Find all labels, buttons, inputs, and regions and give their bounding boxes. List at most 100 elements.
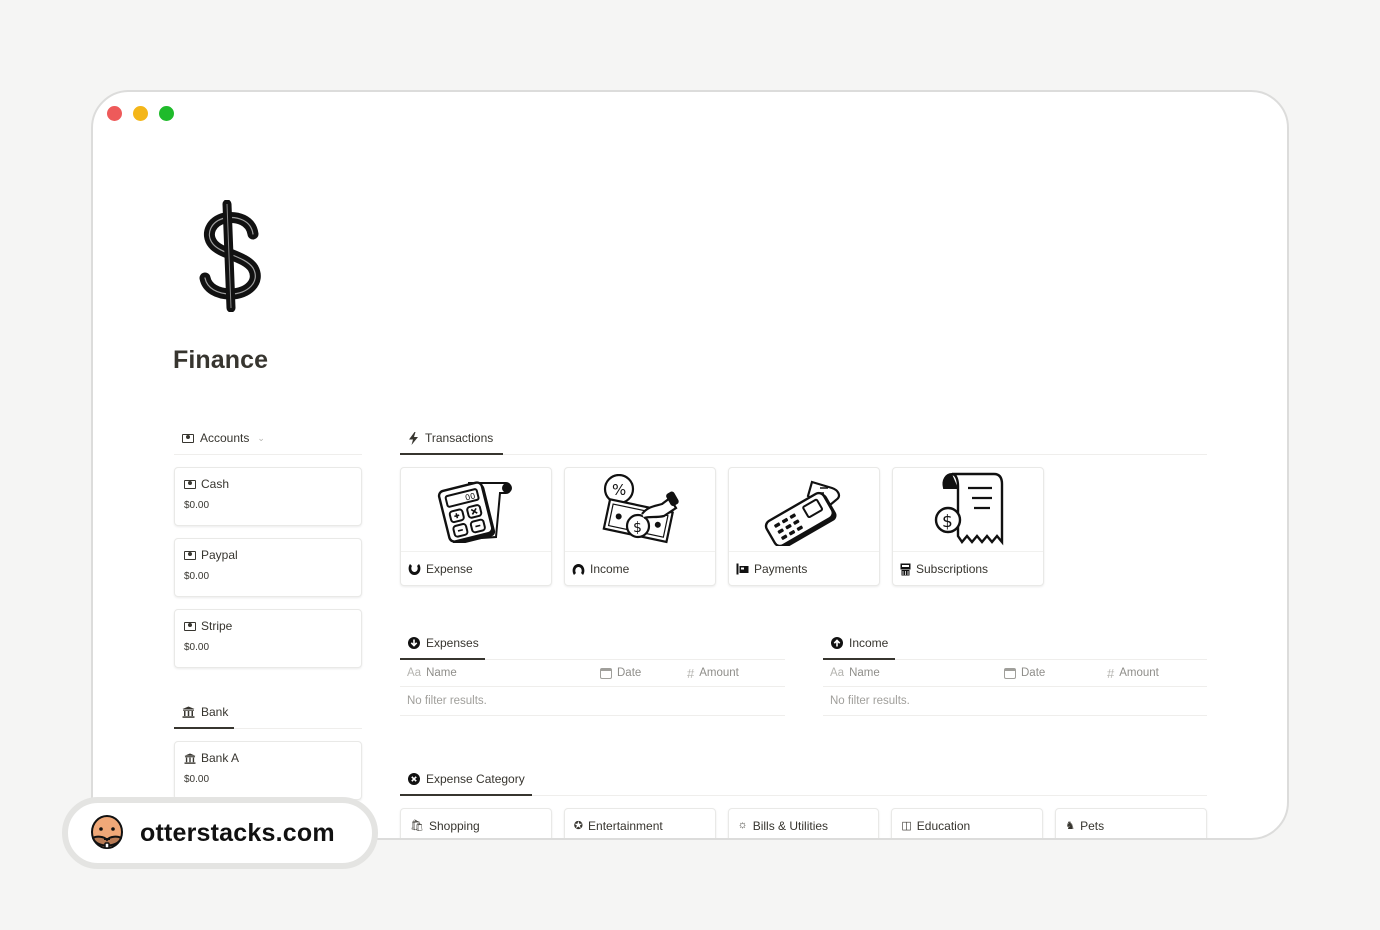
account-name: Cash	[201, 477, 230, 491]
category-card-shopping[interactable]: 🛍 Shopping	[400, 808, 552, 838]
column-amount[interactable]: # Amount	[687, 666, 739, 681]
arrow-down-circle-icon	[408, 637, 420, 649]
svg-text:$: $	[633, 520, 642, 536]
lightning-icon	[409, 431, 418, 445]
category-card-entertainment[interactable]: ✪ Entertainment	[563, 808, 716, 838]
expense-category-section: Expense Category 🛍 Shopping ✪ Entertainmen…	[400, 763, 1207, 838]
arrow-up-circle-icon	[831, 637, 843, 649]
svg-text:%: %	[612, 481, 626, 499]
tab-expense-category-label: Expense Category	[426, 772, 525, 786]
svg-text:$: $	[942, 512, 953, 532]
transactions-section: Transactions 00 Expense % $ Income Payme…	[400, 422, 1207, 586]
money-icon	[184, 550, 196, 560]
tab-transactions-label: Transactions	[425, 431, 494, 445]
column-name[interactable]: Aa Name	[830, 667, 1004, 679]
education-icon: ◫	[901, 820, 912, 832]
tab-divider	[400, 794, 1207, 796]
calendar-icon	[1004, 667, 1016, 679]
close-window-button[interactable]	[107, 106, 122, 121]
shopping-icon: 🛍	[410, 820, 424, 832]
tab-expense-category[interactable]: Expense Category	[400, 763, 1207, 795]
account-card-bank-a[interactable]: Bank A $0.00	[174, 741, 362, 800]
category-card-pets[interactable]: ♞ Pets	[1055, 808, 1207, 838]
tab-divider	[400, 658, 785, 660]
calendar-icon	[600, 667, 612, 679]
page-title: Finance	[173, 346, 269, 374]
tab-accounts[interactable]: Accounts ⌄	[174, 422, 362, 454]
gallery-card-expense[interactable]: 00 Expense	[400, 467, 552, 586]
subscriptions-icon	[900, 563, 911, 575]
column-name[interactable]: Aa Name	[407, 667, 600, 679]
account-balance: $0.00	[184, 500, 210, 511]
income-icon	[572, 563, 585, 575]
x-circle-icon	[408, 773, 420, 785]
text-type-icon: Aa	[830, 667, 845, 679]
expense-category-gallery: 🛍 Shopping ✪ Entertainment ☼ Bills & Utilit…	[400, 808, 1207, 838]
category-card-education[interactable]: ◫ Education	[891, 808, 1044, 838]
column-date[interactable]: Date	[1004, 667, 1107, 679]
column-amount[interactable]: # Amount	[1107, 666, 1159, 681]
column-date[interactable]: Date	[600, 667, 687, 679]
payments-icon	[736, 563, 749, 575]
tab-bank-label: Bank	[201, 705, 229, 719]
gallery-card-payments[interactable]: Payments	[728, 467, 880, 586]
gallery-card-label: Income	[590, 562, 630, 576]
account-balance: $0.00	[184, 642, 210, 653]
tab-divider	[400, 453, 1207, 455]
category-card-bills-utilities[interactable]: ☼ Bills & Utilities	[727, 808, 880, 838]
table-header: Aa Name Date # Amount	[400, 660, 785, 687]
gallery-card-subscriptions[interactable]: $ Subscriptions	[892, 467, 1044, 586]
account-name: Stripe	[201, 619, 233, 633]
money-icon	[182, 433, 194, 443]
account-card-paypal[interactable]: Paypal $0.00	[174, 538, 362, 597]
expenses-section: Expenses Aa Name Date # Amount No filter r…	[400, 627, 785, 716]
bank-icon	[182, 706, 195, 718]
tab-accounts-label: Accounts	[200, 431, 250, 445]
text-type-icon: Aa	[407, 667, 422, 679]
tab-expenses-label: Expenses	[426, 636, 479, 650]
tab-divider	[174, 727, 362, 729]
money-icon	[184, 621, 196, 631]
watermark-badge: otterstacks.com	[62, 797, 378, 869]
tab-transactions[interactable]: Transactions	[400, 422, 1207, 454]
account-card-stripe[interactable]: Stripe $0.00	[174, 609, 362, 668]
number-type-icon: #	[687, 665, 695, 681]
tab-divider	[823, 658, 1207, 660]
empty-state: No filter results.	[823, 687, 1207, 716]
account-name: Bank A	[201, 751, 240, 765]
bank-icon	[184, 752, 196, 764]
bills-icon: ☼	[737, 819, 748, 831]
card-terminal-illustration	[764, 480, 841, 546]
calculator-illustration: 00	[437, 480, 512, 543]
dollar-sign-icon[interactable]	[193, 200, 273, 312]
tab-divider	[174, 454, 362, 455]
minimize-window-button[interactable]	[133, 106, 148, 121]
gallery-card-label: Payments	[754, 562, 808, 576]
money-icon	[184, 479, 196, 489]
tab-income[interactable]: Income	[823, 627, 1207, 659]
window-controls	[107, 106, 174, 121]
gallery-card-income[interactable]: % $ Income	[564, 467, 716, 586]
transactions-gallery: 00 Expense % $ Income Payments $ Subscri…	[400, 467, 1207, 586]
account-name: Paypal	[201, 548, 238, 562]
otter-icon	[91, 815, 123, 849]
gallery-card-label: Subscriptions	[916, 562, 989, 576]
chevron-down-icon[interactable]: ⌄	[257, 433, 265, 444]
watermark-text: otterstacks.com	[140, 818, 335, 847]
entertainment-icon: ✪	[573, 820, 584, 832]
tab-bank[interactable]: Bank	[174, 696, 362, 728]
income-section: Income Aa Name Date # Amount No filter res…	[823, 627, 1207, 716]
tab-expenses[interactable]: Expenses	[400, 627, 785, 659]
app-window: Finance Accounts ⌄ Cash $0.00 Paypal $0.…	[91, 90, 1289, 840]
account-balance: $0.00	[184, 571, 210, 582]
maximize-window-button[interactable]	[159, 106, 174, 121]
number-type-icon: #	[1107, 665, 1115, 681]
gallery-card-label: Expense	[426, 562, 473, 576]
receipt-illustration: $	[934, 472, 1004, 545]
empty-state: No filter results.	[400, 687, 785, 716]
money-hand-illustration: % $	[602, 473, 679, 543]
expense-icon	[408, 563, 421, 575]
account-card-cash[interactable]: Cash $0.00	[174, 467, 362, 526]
pets-icon: ♞	[1065, 820, 1076, 832]
accounts-column: Accounts ⌄ Cash $0.00 Paypal $0.00 Strip…	[174, 422, 362, 800]
